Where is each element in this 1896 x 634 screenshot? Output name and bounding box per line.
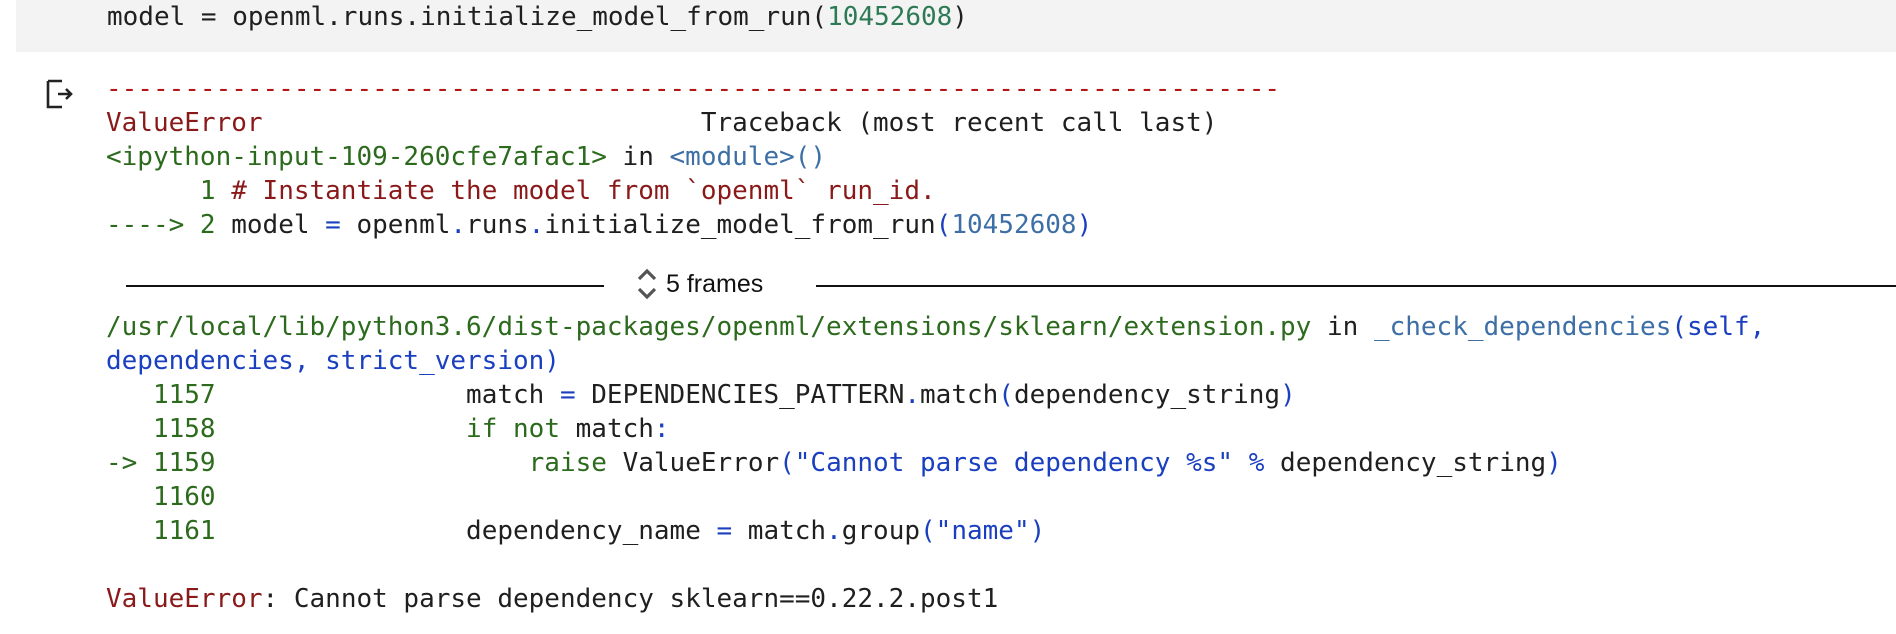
line-2-text: model bbox=[231, 210, 326, 240]
frames-toggle-button[interactable]: 5 frames bbox=[636, 267, 763, 301]
source-token: ( bbox=[998, 380, 1014, 410]
cell-output: ----------------------------------------… bbox=[106, 72, 1896, 616]
source-line-number: 1161 bbox=[106, 516, 232, 546]
line-2-text: openml bbox=[340, 210, 451, 240]
source-indent bbox=[231, 516, 466, 546]
source-token: ValueError bbox=[606, 448, 780, 478]
source-indent bbox=[231, 380, 466, 410]
source-line-number: 1158 bbox=[106, 414, 232, 444]
source-token: ) bbox=[1280, 380, 1296, 410]
code-line[interactable]: model = openml.runs.initialize_model_fro… bbox=[107, 0, 968, 34]
frame-location: /usr/local/lib/python3.6/dist-packages/o… bbox=[106, 310, 1896, 344]
source-token: dependency_name bbox=[466, 516, 717, 546]
line-2-op: . bbox=[528, 210, 545, 240]
source-line: 1158 if not match: bbox=[106, 412, 1896, 446]
source-token: ( bbox=[779, 448, 795, 478]
in-word: in bbox=[606, 142, 670, 172]
source-line: 1161 dependency_name = match.group("name… bbox=[106, 514, 1896, 548]
source-token: : bbox=[653, 414, 670, 444]
line-2-number: 10452608 bbox=[951, 210, 1077, 240]
source-token: . bbox=[826, 516, 842, 546]
in-word: in bbox=[1311, 312, 1374, 342]
source-token: . bbox=[904, 380, 921, 410]
source-token: ) bbox=[1029, 516, 1046, 546]
source-token: match bbox=[559, 414, 654, 444]
file-path: /usr/local/lib/python3.6/dist-packages/o… bbox=[106, 312, 1312, 342]
traceback-header: Traceback (most recent call last) bbox=[700, 108, 1218, 138]
source-token: group bbox=[841, 516, 921, 546]
source-token: match bbox=[466, 380, 560, 410]
source-token: = bbox=[559, 380, 576, 410]
line-1-comment: # Instantiate the model from `openml` ru… bbox=[231, 176, 936, 206]
source-token: ( bbox=[920, 516, 936, 546]
function-args-cont: dependencies, strict_version) bbox=[106, 346, 560, 376]
source-indent bbox=[231, 448, 528, 478]
chevron-up-down-icon bbox=[637, 268, 657, 300]
source-line-number: -> 1159 bbox=[106, 448, 232, 478]
traceback-pad bbox=[263, 108, 701, 138]
source-token: ) bbox=[1546, 448, 1562, 478]
line-2-text: runs bbox=[466, 210, 529, 240]
source-token: = bbox=[716, 516, 733, 546]
source-token: "name" bbox=[935, 516, 1030, 546]
frames-divider-left bbox=[126, 285, 604, 287]
source-line-number: 1157 bbox=[106, 380, 232, 410]
source-token bbox=[497, 414, 513, 444]
source-token: raise bbox=[528, 448, 607, 478]
final-error-type: ValueError bbox=[106, 584, 263, 614]
source-lines: 1157 match = DEPENDENCIES_PATTERN.match(… bbox=[106, 378, 1896, 548]
source-line-number: 1160 bbox=[106, 482, 232, 512]
source-token: match bbox=[920, 380, 999, 410]
line-2-op: ) bbox=[1076, 210, 1093, 240]
line-2-op: ( bbox=[935, 210, 952, 240]
line-2-arrow: ----> 2 bbox=[106, 210, 232, 240]
error-type: ValueError bbox=[106, 108, 263, 138]
input-ref: <ipython-input-109-260cfe7afac1> bbox=[106, 142, 607, 172]
source-token: dependency_string bbox=[1264, 448, 1547, 478]
final-error-message: : Cannot parse dependency sklearn==0.22.… bbox=[262, 584, 999, 614]
final-error-line: ValueError: Cannot parse dependency skle… bbox=[106, 582, 1896, 616]
source-token: "Cannot parse dependency %s" bbox=[794, 448, 1234, 478]
line-2-op: = bbox=[325, 210, 341, 240]
traceback-line-1: 1 # Instantiate the model from `openml` … bbox=[106, 174, 1896, 208]
function-name: _check_dependencies bbox=[1373, 312, 1672, 342]
source-token: match bbox=[732, 516, 827, 546]
source-line: 1157 match = DEPENDENCIES_PATTERN.match(… bbox=[106, 378, 1896, 412]
code-cell[interactable]: model = openml.runs.initialize_model_fro… bbox=[16, 0, 1896, 52]
collapsed-frames-row: 5 frames bbox=[126, 263, 1896, 307]
traceback-header-line: ValueError Traceback (most recent call l… bbox=[106, 106, 1896, 140]
function-args: (self, bbox=[1671, 312, 1766, 342]
run-id-number: 10452608 bbox=[827, 2, 953, 32]
frames-label: 5 frames bbox=[666, 269, 764, 298]
traceback-separator: ----------------------------------------… bbox=[106, 74, 1280, 104]
source-line: -> 1159 raise ValueError("Cannot parse d… bbox=[106, 446, 1896, 480]
line-2-text: initialize_model_from_run bbox=[544, 210, 936, 240]
code-text-close: ) bbox=[952, 2, 968, 32]
code-text: model = openml.runs.initialize_model_fro… bbox=[107, 2, 828, 32]
traceback-line-2: ----> 2 model = openml.runs.initialize_m… bbox=[106, 208, 1896, 242]
source-token: if bbox=[466, 414, 498, 444]
source-token: not bbox=[513, 414, 560, 444]
module-ref: <module>() bbox=[669, 142, 827, 172]
source-indent bbox=[231, 414, 466, 444]
line-2-op: . bbox=[450, 210, 467, 240]
output-arrow-icon[interactable] bbox=[44, 78, 76, 110]
source-token bbox=[1233, 448, 1249, 478]
source-token: % bbox=[1248, 448, 1265, 478]
source-token: DEPENDENCIES_PATTERN bbox=[575, 380, 905, 410]
source-token: dependency_string bbox=[1013, 380, 1281, 410]
line-1-prefix: 1 bbox=[106, 176, 232, 206]
traceback-location: <ipython-input-109-260cfe7afac1> in <mod… bbox=[106, 140, 1896, 174]
frames-divider-right bbox=[816, 285, 1896, 287]
source-line: 1160 bbox=[106, 480, 1896, 514]
